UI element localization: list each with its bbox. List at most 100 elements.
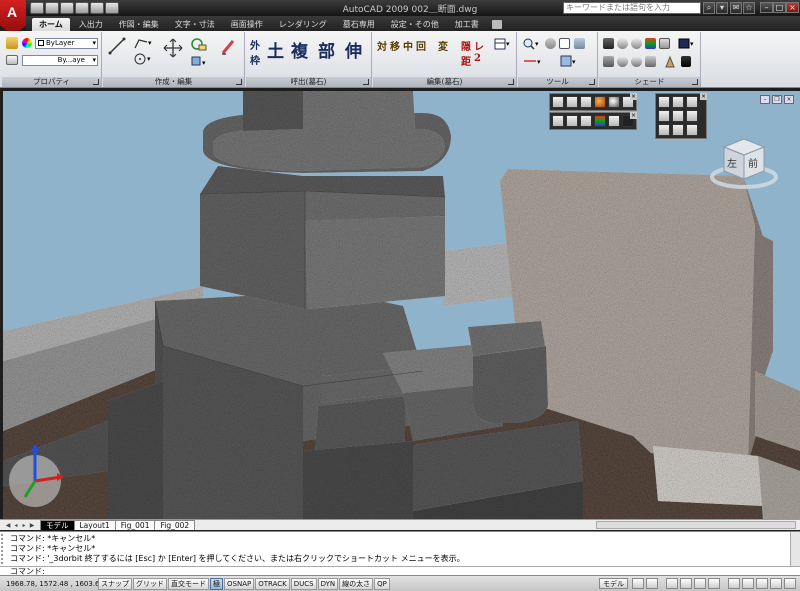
layer-color-dropdown[interactable]: ByLayer (35, 38, 98, 49)
save-icon[interactable] (60, 2, 74, 14)
double-button[interactable]: 2 (474, 53, 481, 64)
qp-toggle[interactable]: QP (374, 577, 390, 590)
snap-toggle[interactable]: スナップ (98, 577, 132, 590)
quick-view-layouts-icon[interactable] (632, 578, 644, 589)
clean-screen-icon[interactable] (784, 578, 796, 589)
shaded-sphere-icon[interactable] (617, 38, 628, 49)
redo-icon[interactable] (105, 2, 119, 14)
part-button[interactable]: 部 (318, 37, 335, 62)
panel-launcher-icon[interactable] (236, 79, 242, 85)
panel-title[interactable]: プロパティ (2, 77, 101, 87)
rotate-copy-icon[interactable] (189, 36, 209, 52)
layout-tab-fig-001[interactable]: Fig_001 (114, 520, 156, 530)
circle-icon[interactable]: ▾ (133, 52, 153, 66)
erase-icon[interactable] (219, 37, 239, 57)
render-output-icon[interactable] (681, 56, 691, 67)
center-button[interactable]: 中 (403, 38, 413, 53)
shade-tool-3-icon[interactable] (580, 115, 592, 127)
panel-title[interactable]: シェード (599, 77, 700, 87)
view-ne-iso-icon[interactable] (686, 124, 698, 136)
distance-button[interactable]: 距 (461, 53, 471, 68)
plot-icon[interactable] (75, 2, 89, 14)
ortho-toggle[interactable]: 直交モード (168, 577, 209, 590)
layer-manager-icon[interactable] (574, 38, 585, 49)
shade-tool-1-icon[interactable] (552, 115, 564, 127)
gouraud-icon[interactable] (631, 38, 642, 49)
extend-button[interactable]: 伸 (345, 37, 362, 62)
zoom-icon[interactable]: ▾ (522, 37, 542, 51)
layout-tab-layout1[interactable]: Layout1 (73, 520, 116, 530)
visual-style-icon[interactable] (603, 38, 614, 49)
calculator-icon[interactable]: ▾ (559, 54, 581, 68)
display-mode-icon[interactable]: ▾ (677, 37, 697, 51)
maximize-button[interactable]: □ (773, 2, 786, 13)
communication-center-icon[interactable]: ✉ (730, 2, 742, 14)
search-icon[interactable]: ⌕ (703, 2, 715, 14)
viewport-restore-button[interactable]: ❐ (772, 95, 782, 104)
search-input[interactable]: キーワードまたは語句を入力 (563, 2, 701, 14)
color-wheel-icon[interactable] (22, 38, 32, 48)
panel-launcher-icon[interactable] (363, 79, 369, 85)
tab-draw-edit[interactable]: 作図・編集 (112, 18, 166, 31)
panel-title[interactable]: 呼出(墓石) (246, 77, 371, 87)
quick-view-drawings-icon[interactable] (646, 578, 658, 589)
tab-import-export[interactable]: 入出力 (72, 18, 110, 31)
view-left-icon[interactable] (686, 96, 698, 108)
viewcube[interactable] (710, 133, 778, 191)
tab-text-dimension[interactable]: 文字・寸法 (168, 18, 222, 31)
hide-button[interactable]: 隠 (461, 38, 471, 53)
render-material-icon[interactable] (663, 55, 677, 69)
annotation-visibility-icon[interactable] (742, 578, 754, 589)
view-bottom-icon[interactable] (672, 96, 684, 108)
panel-launcher-icon[interactable] (508, 79, 514, 85)
toolbar-lock-icon[interactable] (770, 578, 782, 589)
panel-title[interactable]: 作成・編集 (103, 77, 244, 87)
realistic-icon[interactable] (645, 38, 656, 49)
panel-title[interactable]: ツール (518, 77, 597, 87)
polar-toggle[interactable]: 極 (210, 577, 223, 590)
shade-icon-1[interactable] (603, 56, 614, 67)
wireframe-3d-icon[interactable] (566, 96, 578, 108)
wireframe-2d-icon[interactable] (552, 96, 564, 108)
annotation-scale-icon[interactable] (728, 578, 740, 589)
first-tab-arrow[interactable]: ◀ (4, 521, 12, 530)
minimize-button[interactable]: – (760, 2, 773, 13)
showmotion-icon[interactable] (708, 578, 720, 589)
ducs-toggle[interactable]: DUCS (290, 577, 317, 590)
linetype-icon[interactable] (6, 55, 18, 65)
rotate-stone-button[interactable]: 回 (416, 38, 426, 53)
grid-toggle[interactable]: グリッド (133, 577, 167, 590)
view-top-icon[interactable] (658, 96, 670, 108)
viewcube-front-face[interactable]: 前 (748, 155, 758, 170)
drawing-viewport[interactable]: – ❐ × × × × 左 前 (3, 91, 800, 519)
line-icon[interactable] (108, 37, 126, 55)
view-front-icon[interactable] (672, 110, 684, 122)
shade-tool-2-icon[interactable] (566, 115, 578, 127)
outer-frame-kanji-button[interactable]: 外 (250, 37, 260, 52)
last-tab-arrow[interactable]: ▶ (28, 521, 36, 530)
shade-tool-5-icon[interactable] (608, 115, 620, 127)
tab-processing[interactable]: 加工書 (448, 18, 486, 31)
viewcube-left-face[interactable]: 左 (727, 155, 737, 170)
horizontal-scrollbar[interactable] (596, 521, 796, 529)
command-window-grip[interactable] (1, 534, 7, 564)
undo-icon[interactable] (90, 2, 104, 14)
search-options-icon[interactable]: ▾ (716, 2, 728, 14)
tab-home[interactable]: ホーム (32, 18, 70, 31)
toolbar-close-icon[interactable]: × (630, 112, 637, 119)
coordinate-display[interactable]: 1968.78, 1572.48 , 1603.62 (0, 580, 104, 588)
move-icon[interactable] (163, 38, 183, 58)
prev-tab-arrow[interactable]: ◂ (12, 521, 20, 530)
toolbar-close-icon[interactable]: × (630, 93, 637, 100)
table-icon[interactable]: ▾ (493, 37, 513, 51)
dyn-toggle[interactable]: DYN (317, 577, 339, 590)
polyline-icon[interactable]: ▾ (133, 36, 153, 50)
layout-tab-fig-002[interactable]: Fig_002 (154, 520, 196, 530)
steering-wheel-icon[interactable] (694, 578, 706, 589)
hidden-line-icon[interactable] (580, 96, 592, 108)
shade-icon-2[interactable] (617, 56, 628, 67)
realistic-sphere-icon[interactable] (608, 96, 620, 108)
new-file-icon[interactable] (30, 2, 44, 14)
linetype-dropdown[interactable]: By...aye (22, 55, 98, 66)
tab-tombstone[interactable]: 墓石専用 (336, 18, 382, 31)
